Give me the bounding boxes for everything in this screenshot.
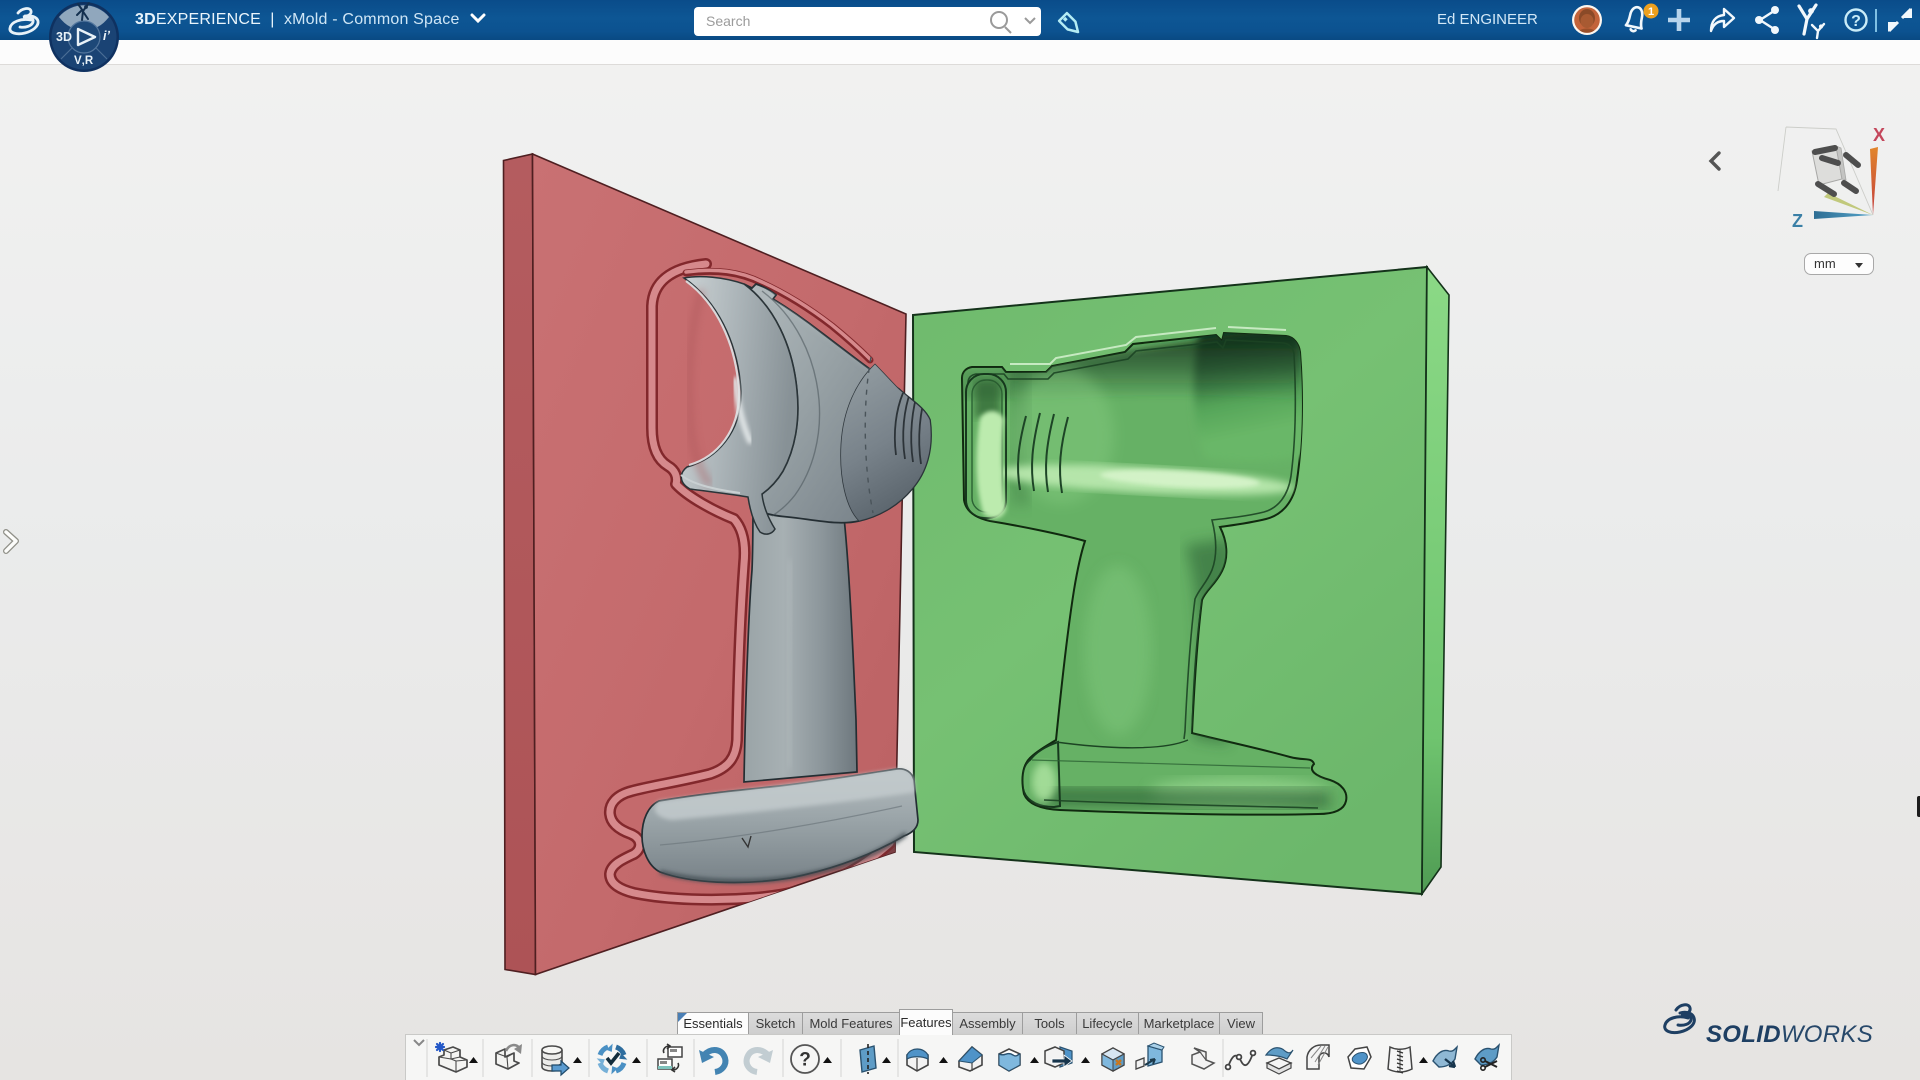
svg-text:?: ? xyxy=(1851,13,1861,30)
svg-text:X: X xyxy=(1873,125,1885,145)
svg-text:?: ? xyxy=(799,1049,811,1070)
svg-text:Z: Z xyxy=(1792,211,1803,231)
svg-text:1: 1 xyxy=(1648,6,1654,18)
svg-text:iʼ: iʼ xyxy=(103,29,110,43)
svg-text:V‚R: V‚R xyxy=(74,55,94,67)
svg-text:3D: 3D xyxy=(56,30,72,44)
